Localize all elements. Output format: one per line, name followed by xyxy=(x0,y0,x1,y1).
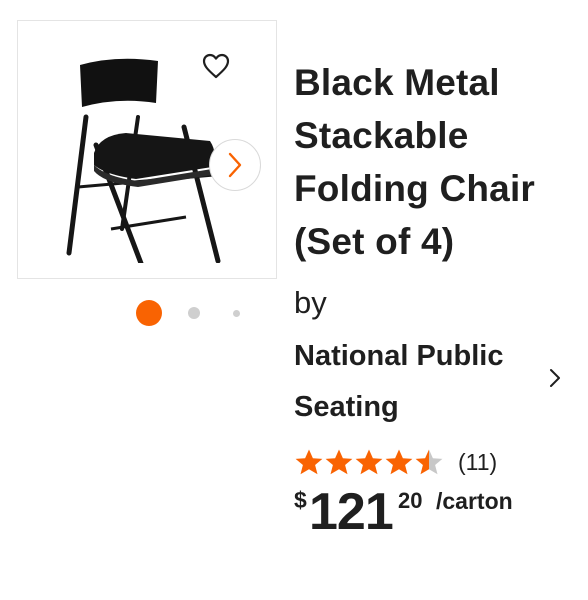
brand-name: National Public Seating xyxy=(294,331,503,433)
product-title-line: Folding Chair xyxy=(294,168,536,209)
product-title-line: Black Metal xyxy=(294,62,500,103)
price-dollars: 121 xyxy=(309,483,394,541)
product-title: Black Metal Stackable Folding Chair (Set… xyxy=(294,56,584,268)
carousel-dot[interactable] xyxy=(188,307,200,319)
product-title-line: (Set of 4) xyxy=(294,221,455,262)
brand-name-line: National Public xyxy=(294,340,504,372)
carousel-dot[interactable] xyxy=(233,310,240,317)
brand-name-line: Seating xyxy=(294,391,399,423)
by-label: by xyxy=(294,285,327,320)
price-currency: $ xyxy=(294,487,307,513)
rating-stars xyxy=(294,448,444,476)
review-count: (11) xyxy=(458,448,498,475)
price-cents: 20 xyxy=(398,488,423,513)
carousel-dot-active[interactable] xyxy=(136,300,162,326)
star-icon xyxy=(325,449,353,475)
next-image-button[interactable] xyxy=(209,139,261,191)
star-icon xyxy=(385,449,413,475)
product-image-carousel[interactable] xyxy=(17,20,277,279)
price-unit: /carton xyxy=(436,488,513,514)
product-card: Black Metal Stackable Folding Chair (Set… xyxy=(0,0,588,600)
favorite-button[interactable] xyxy=(201,51,231,81)
brand-link[interactable]: National Public Seating xyxy=(294,331,584,431)
star-icon xyxy=(415,449,443,475)
star-icon xyxy=(355,449,383,475)
rating-summary[interactable]: (11) xyxy=(294,447,497,477)
star-icon xyxy=(295,449,323,475)
heart-outline-icon xyxy=(202,53,230,79)
chevron-right-icon xyxy=(228,152,242,178)
product-title-line: Stackable xyxy=(294,115,469,156)
chevron-right-icon xyxy=(550,369,560,387)
